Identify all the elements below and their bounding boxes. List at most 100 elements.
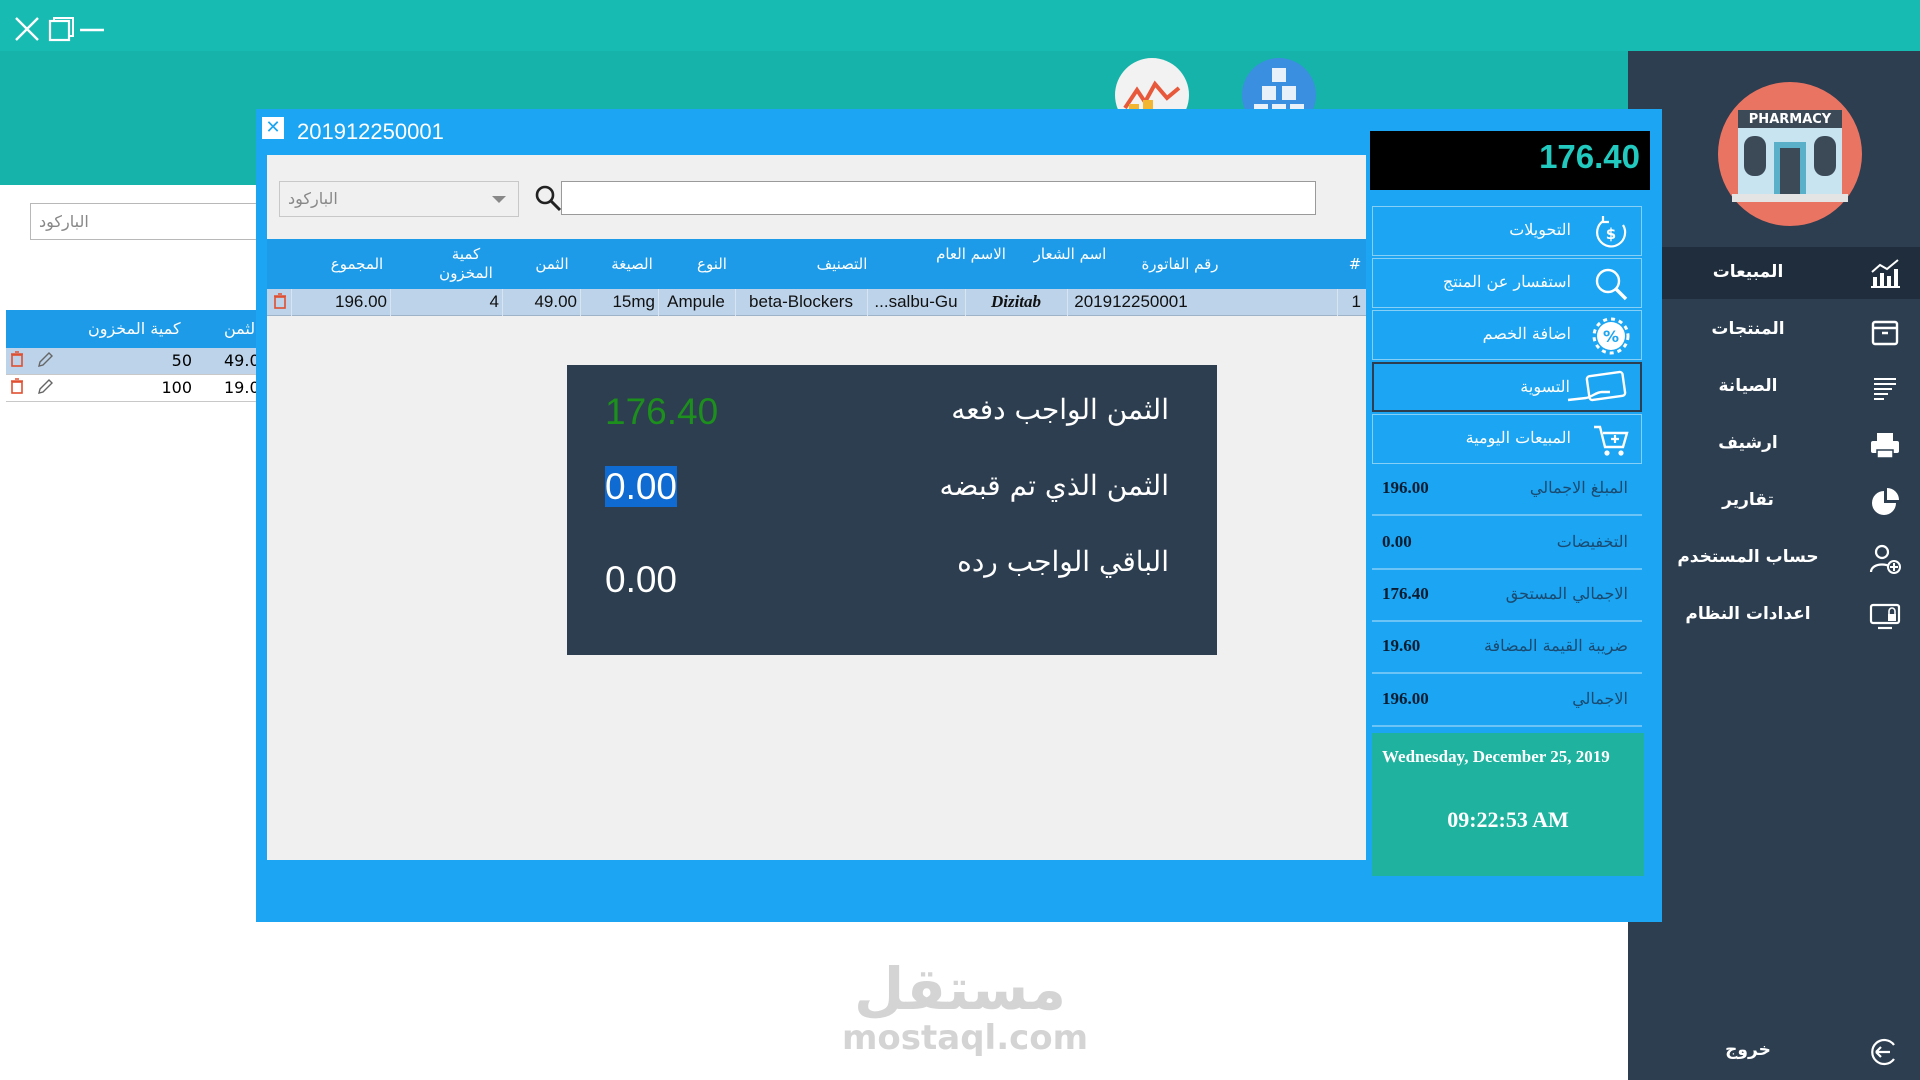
logout-button[interactable]: خروج — [1628, 1025, 1920, 1077]
header-generic-name: الاسم العام — [936, 245, 1006, 263]
header-type: النوع — [697, 255, 727, 273]
table-row[interactable]: 50 49.0 — [6, 348, 260, 375]
total-display-value: 176.40 — [1539, 138, 1640, 175]
barcode-dropdown-value: الباركود — [288, 189, 338, 208]
header-number: # — [1348, 255, 1362, 273]
action-label: استفسار عن المنتج — [1442, 272, 1571, 291]
stock-table: كمية المخزون الثمن 50 49.0 100 19.0 — [6, 310, 260, 402]
sidebar-item-system-settings[interactable]: اعدادات النظام — [1628, 589, 1920, 641]
sidebar-item-maintenance[interactable]: الصيانة — [1628, 361, 1920, 413]
watermark: مستقل mostaql.com — [842, 958, 1089, 1058]
sidebar-item-label: اعدادات النظام — [1685, 604, 1811, 624]
action-label: اضافة الخصم — [1482, 324, 1571, 343]
stat-grand-total: الاجمالي 196.00 — [1372, 677, 1642, 727]
amount-received-label: الثمن الذي تم قبضه — [939, 469, 1169, 502]
price-cell: 49.0 — [224, 351, 260, 370]
percent-gear-icon: % — [1591, 317, 1631, 355]
svg-text:PHARMACY: PHARMACY — [1749, 112, 1832, 127]
search-icon[interactable] — [533, 183, 563, 213]
box-icon — [1868, 314, 1902, 348]
amount-received-input[interactable]: 0.00 — [605, 466, 678, 508]
stat-value: 19.60 — [1382, 636, 1421, 655]
cell-number: 1 — [1351, 292, 1361, 311]
add-discount-button[interactable]: اضافة الخصم % — [1372, 310, 1642, 360]
product-inquiry-button[interactable]: استفسار عن المنتج — [1372, 258, 1642, 308]
chevron-down-icon[interactable] — [484, 182, 514, 216]
amount-due-label: الثمن الواجب دفعه — [951, 393, 1169, 426]
settlement-button[interactable]: التسوية — [1372, 362, 1642, 412]
header-invoice-number: رقم الفاتورة — [1141, 255, 1219, 273]
close-icon[interactable] — [14, 16, 40, 42]
delete-icon[interactable] — [273, 293, 287, 314]
stock-table-header: كمية المخزون الثمن — [6, 310, 260, 348]
restore-icon[interactable] — [48, 16, 76, 42]
price-cell: 19.0 — [224, 378, 260, 397]
product-search-input[interactable] — [561, 181, 1316, 215]
cell-category: beta-Blockers — [749, 292, 853, 311]
sidebar-item-sales[interactable]: المبيعات — [1628, 247, 1920, 299]
barcode-dropdown[interactable]: الباركود — [279, 181, 519, 217]
svg-text:%: % — [1603, 327, 1619, 346]
sidebar-item-products[interactable]: المنتجات — [1628, 304, 1920, 356]
cell-invoice: 201912250001 — [1074, 292, 1188, 311]
stat-label: ضريبة القيمة المضافة — [1483, 636, 1628, 655]
header-form: الصيغة — [611, 255, 653, 273]
header-category: التصنيف — [816, 255, 868, 273]
barcode-placeholder: الباركود — [39, 212, 89, 231]
pharmacy-logo: PHARMACY — [1716, 80, 1864, 228]
stat-gross-total: المبلغ الاجمالي 196.00 — [1372, 466, 1642, 516]
list-icon — [1868, 371, 1902, 405]
stat-label: المبلغ الاجمالي — [1529, 478, 1628, 497]
stock-cell: 100 — [161, 378, 192, 397]
cell-total: 196.00 — [335, 292, 387, 311]
stat-discounts: التخفيضات 0.00 — [1372, 520, 1642, 570]
cell-price: 49.00 — [534, 292, 577, 311]
invoice-table-header: # رقم الفاتورة اسم الشعار الاسم العام ال… — [267, 239, 1366, 289]
action-label: التحويلات — [1509, 220, 1571, 239]
sidebar-item-label: الصيانة — [1718, 376, 1778, 396]
header-stock-qty: كمية المخزون — [439, 245, 493, 282]
delete-icon[interactable] — [10, 378, 24, 398]
sidebar-item-archive[interactable]: ارشيف — [1628, 418, 1920, 470]
modal-title: 201912250001 — [297, 119, 444, 144]
stat-label: الاجمالي — [1572, 689, 1628, 708]
transfers-button[interactable]: التحويلات $ — [1372, 206, 1642, 256]
daily-sales-button[interactable]: المبيعات اليومية — [1372, 414, 1642, 464]
table-row[interactable]: 100 19.0 — [6, 375, 260, 402]
user-add-icon — [1868, 542, 1902, 576]
cell-form: 15mg — [612, 292, 655, 311]
stat-label: الاجمالي المستحق — [1505, 584, 1628, 603]
chart-icon — [1868, 257, 1902, 291]
stat-value: 0.00 — [1382, 532, 1412, 551]
barcode-input[interactable]: الباركود — [30, 203, 270, 240]
sidebar-item-label: تقارير — [1722, 490, 1774, 510]
current-time: 09:22:53 AM — [1447, 807, 1569, 832]
stat-vat: ضريبة القيمة المضافة 19.60 — [1372, 624, 1642, 674]
modal-close-icon[interactable]: ✕ — [262, 117, 284, 139]
edit-icon[interactable] — [36, 378, 54, 400]
logout-label: خروج — [1725, 1040, 1771, 1060]
stat-net-due: الاجمالي المستحق 176.40 — [1372, 572, 1642, 622]
watermark-latin: mostaql.com — [842, 1018, 1089, 1058]
stat-value: 176.40 — [1382, 584, 1429, 603]
monitor-lock-icon — [1868, 599, 1902, 633]
edit-icon[interactable] — [36, 351, 54, 373]
header-total: المجموع — [330, 255, 384, 273]
dollar-refresh-icon: $ — [1591, 213, 1631, 251]
total-display: 176.40 — [1370, 131, 1650, 190]
action-label: التسوية — [1520, 377, 1570, 396]
cell-qty: 4 — [489, 292, 499, 311]
sidebar-item-user-account[interactable]: حساب المستخدم — [1628, 532, 1920, 584]
header-price: الثمن — [224, 319, 260, 338]
minimize-icon[interactable] — [78, 16, 106, 42]
sidebar-item-reports[interactable]: تقارير — [1628, 475, 1920, 527]
stat-value: 196.00 — [1382, 689, 1429, 708]
sidebar-item-label: ارشيف — [1718, 433, 1778, 453]
header-price: الثمن — [535, 255, 569, 273]
delete-icon[interactable] — [10, 351, 24, 371]
table-row[interactable]: 196.00 4 49.00 15mg Ampule beta-Blockers… — [267, 289, 1366, 316]
card-payment-icon — [1566, 370, 1630, 408]
amount-received-value: 0.00 — [605, 466, 678, 507]
invoice-table: # رقم الفاتورة اسم الشعار الاسم العام ال… — [267, 239, 1366, 316]
cell-generic: ...salbu-Gu — [874, 292, 958, 311]
